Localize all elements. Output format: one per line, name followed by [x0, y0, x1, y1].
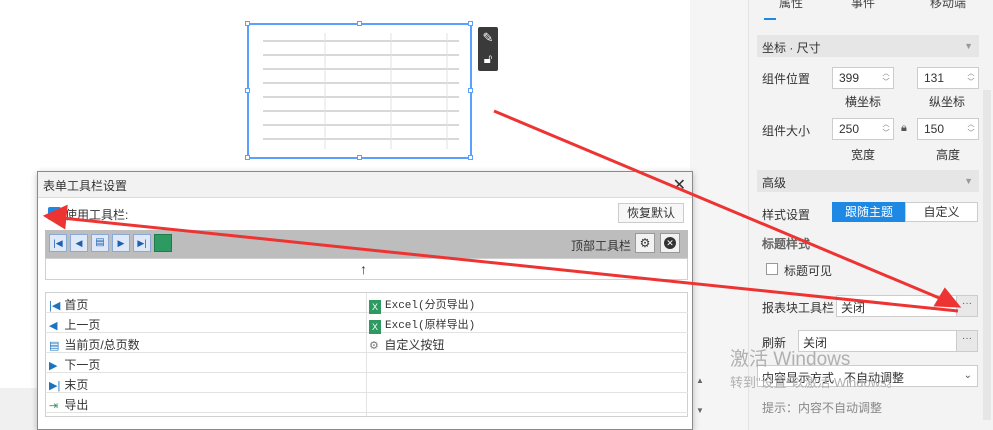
- dialog-titlebar[interactable]: 表单工具栏设置 ✕: [38, 172, 692, 198]
- list-item[interactable]: ▶| 末页: [45, 373, 688, 393]
- stepper-arrows-icon[interactable]: ︿ ﹀: [965, 69, 977, 87]
- list-item[interactable]: |◀ 首页 X Excel(分页导出): [45, 293, 688, 314]
- tab-mobile[interactable]: 移动端: [923, 0, 973, 10]
- resize-handle[interactable]: [245, 88, 250, 93]
- prev-page-icon[interactable]: ◀: [70, 234, 88, 252]
- watermark-title: 激活 Windows: [730, 349, 851, 370]
- resize-handle[interactable]: [468, 155, 473, 160]
- title-visible-checkbox[interactable]: [766, 263, 778, 275]
- page-count-icon[interactable]: ▤: [91, 234, 109, 252]
- next-page-icon: ▶: [49, 360, 58, 372]
- resize-handle[interactable]: [245, 21, 250, 26]
- resize-handle[interactable]: [357, 155, 362, 160]
- last-page-icon: ▶|: [49, 380, 61, 392]
- stepper-arrows-icon[interactable]: ︿ ﹀: [880, 120, 892, 138]
- close-icon[interactable]: ✕: [673, 175, 686, 195]
- height-stepper[interactable]: 150 ︿ ﹀: [917, 118, 979, 140]
- page-count-icon: ▤: [49, 340, 60, 352]
- section-advanced[interactable]: 高级 ▼: [757, 170, 979, 192]
- next-page-icon[interactable]: ▶: [112, 234, 130, 252]
- list-item[interactable]: ⇥ 导出: [45, 393, 688, 413]
- y-caption: 纵坐标: [929, 95, 966, 109]
- resize-handle[interactable]: [468, 88, 473, 93]
- style-label: 样式设置: [762, 208, 811, 222]
- lock-ratio-icon[interactable]: 🔒︎: [901, 122, 907, 135]
- scroll-up-icon[interactable]: ▲: [696, 376, 704, 385]
- drop-zone[interactable]: ↑: [45, 258, 688, 280]
- list-item[interactable]: ◀ 上一页 X Excel(原样导出): [45, 313, 688, 334]
- export-icon[interactable]: [154, 234, 172, 252]
- toolbar-label: 报表块工具栏: [762, 301, 835, 315]
- chevron-down-icon: ▼: [964, 176, 973, 186]
- chevron-down-icon: ▼: [964, 41, 973, 51]
- dialog-title: 表单工具栏设置: [43, 179, 128, 193]
- first-page-icon[interactable]: |◀: [49, 234, 67, 252]
- excel-icon: X: [369, 320, 381, 334]
- toolbar-settings-dialog: 表单工具栏设置 ✕ ✓ 使用工具栏: 恢复默认 |◀ ◀ ▤ ▶ ▶| 顶部工具…: [37, 171, 693, 430]
- gear-icon: ⚙: [369, 340, 379, 352]
- resize-handle[interactable]: [468, 21, 473, 26]
- more-icon[interactable]: ···: [956, 331, 977, 351]
- size-label: 组件大小: [762, 124, 811, 138]
- first-page-icon: |◀: [49, 300, 61, 312]
- pos-y-stepper[interactable]: 131 ︿ ﹀: [917, 67, 979, 89]
- last-page-icon[interactable]: ▶|: [133, 234, 151, 252]
- restore-default-button[interactable]: 恢复默认: [618, 203, 684, 223]
- excel-icon: X: [369, 300, 381, 314]
- tab-properties[interactable]: 属性: [771, 0, 811, 10]
- chevron-down-icon: ⌄: [963, 370, 972, 381]
- active-tab-indicator: [764, 18, 776, 20]
- tab-events[interactable]: 事件: [843, 0, 883, 10]
- stepper-arrows-icon[interactable]: ︿ ﹀: [965, 120, 977, 138]
- use-toolbar-label: 使用工具栏:: [65, 208, 129, 222]
- list-item[interactable]: ▤ 当前页/总页数 ⚙ 自定义按钮: [45, 333, 688, 353]
- position-label: 组件位置: [762, 72, 811, 86]
- toolbar-field[interactable]: 关闭 ···: [836, 295, 978, 317]
- more-icon[interactable]: ···: [956, 296, 977, 316]
- section-coords-size[interactable]: 坐标 · 尺寸 ▼: [757, 35, 979, 57]
- gear-icon[interactable]: ⚙: [635, 233, 655, 253]
- top-toolbar-label: 顶部工具栏: [571, 239, 632, 253]
- up-arrow-icon: ↑: [360, 261, 367, 277]
- x-caption: 横坐标: [845, 95, 882, 109]
- title-style-heading: 标题样式: [762, 237, 811, 251]
- use-toolbar-checkbox[interactable]: ✓: [48, 207, 61, 220]
- hint-text: 提示：内容不自动调整: [762, 401, 883, 415]
- export-icon: ⇥: [49, 400, 59, 412]
- table-preview-icon: [263, 33, 459, 149]
- pos-x-stepper[interactable]: 399 ︿ ﹀: [832, 67, 894, 89]
- widget-quick-tools: ✎ 🔓︎: [478, 27, 498, 71]
- delete-icon[interactable]: ✕: [660, 233, 680, 253]
- watermark-subtitle: 转到"设置"以激活 Windows。: [730, 375, 900, 390]
- prev-page-icon: ◀: [49, 320, 58, 332]
- table-widget[interactable]: [245, 21, 473, 160]
- resize-handle[interactable]: [357, 21, 362, 26]
- title-visible-label: 标题可见: [784, 264, 833, 278]
- vertical-scrollbar[interactable]: ▲ ▼: [693, 360, 711, 430]
- style-custom-button[interactable]: 自定义: [905, 202, 978, 222]
- toolbar-preview-strip: |◀ ◀ ▤ ▶ ▶| 顶部工具栏 ⚙ ✕: [45, 230, 688, 258]
- width-stepper[interactable]: 250 ︿ ﹀: [832, 118, 894, 140]
- panel-scrollbar[interactable]: [983, 90, 991, 420]
- stepper-arrows-icon[interactable]: ︿ ﹀: [880, 69, 892, 87]
- height-caption: 高度: [936, 148, 961, 162]
- width-caption: 宽度: [851, 148, 876, 162]
- scroll-down-icon[interactable]: ▼: [696, 406, 704, 415]
- list-item[interactable]: ▶ 下一页: [45, 353, 688, 373]
- style-follow-theme-button[interactable]: 跟随主题: [832, 202, 906, 222]
- unlock-icon[interactable]: 🔓︎: [480, 50, 496, 68]
- resize-handle[interactable]: [245, 155, 250, 160]
- edit-icon[interactable]: ✎: [480, 29, 496, 47]
